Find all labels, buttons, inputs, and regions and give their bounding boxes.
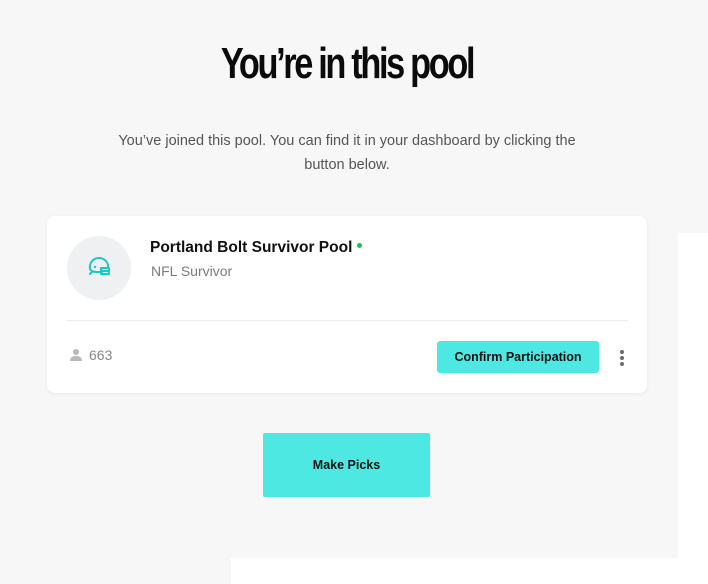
page-title: You’re in this pool [220,39,476,88]
pool-name-label: Portland Bolt Survivor Pool [150,239,353,256]
active-status-dot [357,242,363,248]
member-count: 663 [69,347,112,363]
football-helmet-icon [86,254,112,283]
page: You’re in this pool You’ve joined this p… [0,0,708,584]
person-icon [69,348,83,362]
member-count-value: 663 [89,347,113,363]
background-panel [678,233,708,584]
card-divider [67,320,628,321]
more-dot [620,362,624,366]
pool-avatar [67,236,131,300]
joined-message: You’ve joined this pool. You can find it… [118,133,576,173]
confirm-participation-button[interactable]: Confirm Participation [437,341,599,373]
pool-name[interactable]: Portland Bolt Survivor Pool [150,239,363,257]
more-dot [620,356,624,360]
pool-type: NFL Survivor [151,263,233,279]
background-panel [231,558,708,584]
make-picks-button[interactable]: Make Picks [263,433,430,497]
more-vertical-icon[interactable] [615,346,629,370]
pool-card: Portland Bolt Survivor Pool NFL Survivor… [47,216,647,393]
more-dot [620,350,624,354]
